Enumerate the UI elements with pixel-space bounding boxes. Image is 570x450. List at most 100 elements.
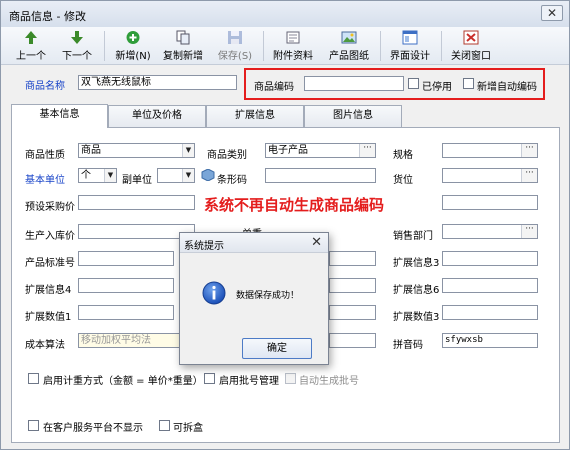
row8-mid-input[interactable]: [329, 333, 376, 348]
tab-units-prices[interactable]: 单位及价格: [108, 105, 206, 127]
product-drawings-button[interactable]: 产品图纸: [325, 29, 373, 63]
product-code-label: 商品编码: [254, 82, 294, 93]
ext4-label: 扩展信息4: [25, 285, 72, 296]
ext4-input[interactable]: [78, 278, 174, 293]
copy-add-button[interactable]: 复制新增: [159, 29, 207, 63]
auto-code-checkbox[interactable]: [463, 78, 474, 89]
ellipsis-icon[interactable]: ···: [521, 169, 537, 182]
ellipsis-icon[interactable]: ···: [521, 225, 537, 238]
purchase-price-input[interactable]: [78, 195, 195, 210]
ext6-input[interactable]: [442, 278, 538, 293]
chevron-down-icon[interactable]: ▼: [104, 169, 116, 182]
layout-design-button[interactable]: 界面设计: [385, 29, 435, 63]
cost-method-input[interactable]: 移动加权平均法: [78, 333, 183, 348]
layout-icon: [402, 30, 418, 45]
info-icon: [202, 281, 226, 305]
batch-label: 启用批号管理: [219, 376, 279, 387]
weigh-mode-checkbox[interactable]: [28, 373, 39, 384]
add-button-label: 新增(N): [115, 51, 151, 62]
num3-label: 扩展数值3: [393, 312, 440, 323]
save-button-label: 保存(S): [217, 51, 253, 62]
nature-label: 商品性质: [25, 150, 65, 161]
row6-mid-input[interactable]: [329, 278, 376, 293]
dialog-title: 系统提示: [184, 241, 224, 252]
sub-unit-label: 副单位: [122, 175, 152, 186]
nature-select[interactable]: 商品 ▼: [78, 143, 195, 158]
pinyin-input[interactable]: sfywxsb: [442, 333, 538, 348]
product-name-input[interactable]: 双飞燕无线鼠标: [78, 75, 237, 90]
close-window-button-label: 关闭窗口: [451, 51, 491, 62]
disabled-label: 已停用: [422, 82, 452, 93]
toolbar-separator: [104, 31, 105, 61]
floppy-disk-icon: [228, 31, 242, 44]
layout-design-button-label: 界面设计: [390, 51, 430, 62]
inbound-price-input[interactable]: [78, 224, 195, 239]
standard-no-label: 产品标准号: [25, 258, 75, 269]
window-title: 商品信息 - 修改: [9, 10, 86, 23]
product-code-input[interactable]: [304, 76, 404, 91]
close-window-icon: [463, 30, 479, 45]
splittable-checkbox[interactable]: [159, 420, 170, 431]
plus-circle-icon: [126, 31, 140, 44]
splittable-label: 可拆盒: [173, 423, 203, 434]
barcode-label: 条形码: [217, 175, 247, 186]
toolbar-separator: [380, 31, 381, 61]
tab-basic-info[interactable]: 基本信息: [11, 104, 108, 128]
dialog-message: 数据保存成功！: [236, 291, 300, 301]
location-input[interactable]: ···: [442, 168, 538, 183]
ellipsis-icon[interactable]: ···: [359, 144, 375, 157]
hide-portal-checkbox[interactable]: [28, 420, 39, 431]
disabled-checkbox[interactable]: [408, 78, 419, 89]
attachments-button[interactable]: 附件资料: [269, 29, 317, 63]
row5-mid-input[interactable]: [329, 251, 376, 266]
hide-portal-label: 在客户服务平台不显示: [43, 423, 143, 434]
base-unit-label: 基本单位: [25, 175, 65, 186]
tab-extended-info[interactable]: 扩展信息: [206, 105, 304, 127]
system-prompt-dialog: 系统提示 ✕ 数据保存成功！ 确定: [179, 232, 329, 365]
chevron-down-icon[interactable]: ▼: [182, 144, 194, 157]
num3-input[interactable]: [442, 305, 538, 320]
base-unit-value: 个: [81, 170, 91, 181]
window-close-button[interactable]: ✕: [541, 5, 563, 21]
row7-mid-input[interactable]: [329, 305, 376, 320]
product-name-label: 商品名称: [25, 81, 65, 92]
chevron-down-icon[interactable]: ▼: [182, 169, 194, 182]
dialog-title-bar[interactable]: 系统提示 ✕: [180, 233, 328, 253]
spec-input[interactable]: ···: [442, 143, 538, 158]
copy-icon: [176, 30, 190, 45]
add-button[interactable]: 新增(N): [111, 29, 155, 63]
spec-label: 规格: [393, 150, 413, 161]
arrow-down-icon: [71, 31, 83, 44]
category-input[interactable]: 电子产品 ···: [265, 143, 376, 158]
sales-dept-input[interactable]: ···: [442, 224, 538, 239]
auto-code-label: 新增自动编码: [477, 82, 537, 93]
sales-dept-label: 销售部门: [393, 231, 433, 242]
title-bar[interactable]: 商品信息 - 修改 ✕: [1, 1, 569, 27]
category-value: 电子产品: [268, 145, 308, 156]
prev-button[interactable]: 上一个: [11, 29, 51, 63]
barcode-input[interactable]: [265, 168, 376, 183]
tab-image-info[interactable]: 图片信息: [304, 105, 402, 127]
next-button-label: 下一个: [62, 51, 92, 62]
ext3-input[interactable]: [442, 251, 538, 266]
sub-unit-select[interactable]: ▼: [157, 168, 195, 183]
next-button[interactable]: 下一个: [57, 29, 97, 63]
num1-input[interactable]: [78, 305, 174, 320]
auto-batch-checkbox[interactable]: [285, 373, 296, 384]
pinyin-label: 拼音码: [393, 340, 423, 351]
auto-batch-label: 自动生成批号: [299, 376, 359, 387]
close-window-button[interactable]: 关闭窗口: [447, 29, 495, 63]
save-button[interactable]: 保存(S): [213, 29, 257, 63]
ellipsis-icon[interactable]: ···: [521, 144, 537, 157]
barcode-icon: [201, 169, 215, 181]
row3-right-input[interactable]: [442, 195, 538, 210]
ok-button[interactable]: 确定: [242, 338, 312, 359]
dialog-close-button[interactable]: ✕: [311, 235, 322, 250]
standard-no-input[interactable]: [78, 251, 174, 266]
batch-checkbox[interactable]: [204, 373, 215, 384]
num1-label: 扩展数值1: [25, 312, 72, 323]
weigh-mode-label: 启用计重方式（金额 = 单价*重量）: [43, 376, 203, 387]
prev-button-label: 上一个: [16, 51, 46, 62]
location-label: 货位: [393, 175, 413, 186]
base-unit-select[interactable]: 个 ▼: [78, 168, 117, 183]
